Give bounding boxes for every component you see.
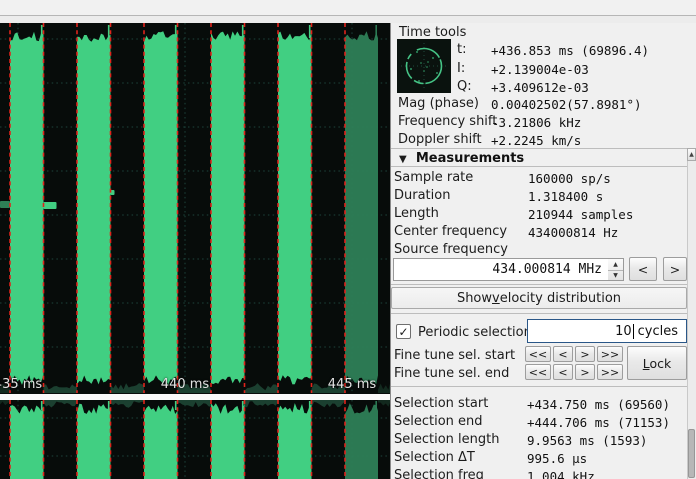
selection-freq-label: Selection freq — [394, 468, 484, 479]
duration-label: Duration — [394, 188, 450, 203]
separator — [391, 284, 687, 285]
fine-tune-start-label: Fine tune sel. start — [394, 348, 515, 363]
sample-rate-value: 160000 sp/s — [528, 171, 611, 186]
window-top-strip-lower — [0, 16, 696, 23]
prev-frequency-button[interactable]: < — [629, 257, 657, 281]
t-value: +436.853 ms (69896.4) — [491, 43, 649, 58]
duration-value: 1.318400 s — [528, 189, 603, 204]
button-text: elocity distribution — [500, 291, 621, 306]
fine-tune-start-left-button[interactable]: < — [553, 346, 573, 362]
sample-rate-label: Sample rate — [394, 170, 473, 185]
separator — [391, 386, 687, 387]
cycles-input[interactable]: 10 cycles — [527, 319, 687, 343]
selection-freq-value: 1.004 kHz — [527, 469, 595, 479]
q-value: +3.409612e-03 — [491, 80, 589, 95]
waveform-display[interactable] — [0, 23, 390, 479]
checkmark-icon: ✓ — [398, 325, 408, 339]
show-velocity-distribution-button[interactable]: Show velocity distribution — [391, 287, 687, 309]
button-text: Show — [457, 291, 492, 306]
scrollbar-up-icon[interactable]: ▲ — [687, 148, 696, 161]
mag-label: Mag (phase) — [398, 96, 479, 111]
periodic-selection-checkbox[interactable]: ✓ — [396, 324, 411, 339]
scrollbar-thumb[interactable] — [688, 429, 695, 478]
time-tick-label: 435 ms — [0, 377, 42, 392]
measurements-title: Measurements — [416, 151, 524, 166]
spin-down-icon[interactable]: ▼ — [608, 271, 623, 282]
fine-tune-end-big-right-button[interactable]: >> — [597, 364, 623, 380]
selection-start-value: +434.750 ms (69560) — [527, 397, 670, 412]
selection-length-label: Selection length — [394, 432, 499, 447]
button-mnemonic: v — [492, 291, 500, 306]
frequency-input[interactable]: 434.000814 MHz — [393, 258, 609, 281]
selection-start-label: Selection start — [394, 396, 488, 411]
frequency-spinner[interactable]: ▲ ▼ — [608, 258, 624, 281]
measurements-header[interactable]: ▼ Measurements — [399, 151, 524, 166]
fine-tune-start-big-left-button[interactable]: << — [525, 346, 551, 362]
spin-up-icon[interactable]: ▲ — [608, 259, 623, 271]
t-label: t: — [457, 42, 466, 57]
fine-tune-start-right-button[interactable]: > — [575, 346, 595, 362]
selection-end-label: Selection end — [394, 414, 483, 429]
center-frequency-value: 434000814 Hz — [528, 225, 618, 240]
fine-tune-end-big-left-button[interactable]: << — [525, 364, 551, 380]
doppler-shift-label: Doppler shift — [398, 132, 482, 147]
center-frequency-label: Center frequency — [394, 224, 507, 239]
lock-button[interactable]: Lock — [627, 346, 687, 380]
selection-delta-t-value: 995.6 µs — [527, 451, 587, 466]
selection-end-value: +444.706 ms (71153) — [527, 415, 670, 430]
separator — [391, 313, 687, 314]
frequency-shift-value: -3.21806 kHz — [491, 115, 581, 130]
frequency-input-value: 434.000814 MHz — [492, 262, 602, 277]
iq-constellation — [397, 39, 451, 93]
fine-tune-end-right-button[interactable]: > — [575, 364, 595, 380]
length-value: 210944 samples — [528, 207, 633, 222]
separator — [391, 148, 687, 149]
fine-tune-start-big-right-button[interactable]: >> — [597, 346, 623, 362]
collapse-arrow-icon[interactable]: ▼ — [399, 154, 407, 165]
frequency-shift-label: Frequency shift — [398, 114, 497, 129]
periodic-selection-label: Periodic selection — [418, 325, 532, 340]
doppler-shift-value: +2.2245 km/s — [491, 133, 581, 148]
cycles-value: 10 — [615, 324, 632, 339]
time-tick-label: 440 ms — [161, 377, 209, 392]
i-value: +2.139004e-03 — [491, 62, 589, 77]
waveform-area[interactable]: 435 ms 440 ms 445 ms — [0, 23, 390, 479]
length-label: Length — [394, 206, 439, 221]
time-tools-panel: Time tools t: +436.853 ms (69896.4) I: +… — [391, 23, 696, 479]
next-frequency-button[interactable]: > — [663, 257, 687, 281]
separator — [391, 166, 687, 167]
q-label: Q: — [457, 79, 472, 94]
source-frequency-label: Source frequency — [394, 242, 508, 257]
mag-value: 0.00402502(57.8981°) — [491, 97, 642, 112]
cycles-suffix: cycles — [638, 324, 678, 339]
window-top-strip — [0, 0, 696, 16]
selection-length-value: 9.9563 ms (1593) — [527, 433, 647, 448]
time-window: 435 ms 440 ms 445 ms Time tools t: +436.… — [0, 0, 696, 479]
fine-tune-end-left-button[interactable]: < — [553, 364, 573, 380]
text-cursor — [633, 324, 634, 339]
fine-tune-end-label: Fine tune sel. end — [394, 366, 509, 381]
lock-text: ock — [649, 356, 671, 371]
i-label: I: — [457, 61, 465, 76]
time-tick-label: 445 ms — [328, 377, 376, 392]
selection-delta-t-label: Selection ΔT — [394, 450, 475, 465]
time-tools-title: Time tools — [399, 25, 466, 40]
